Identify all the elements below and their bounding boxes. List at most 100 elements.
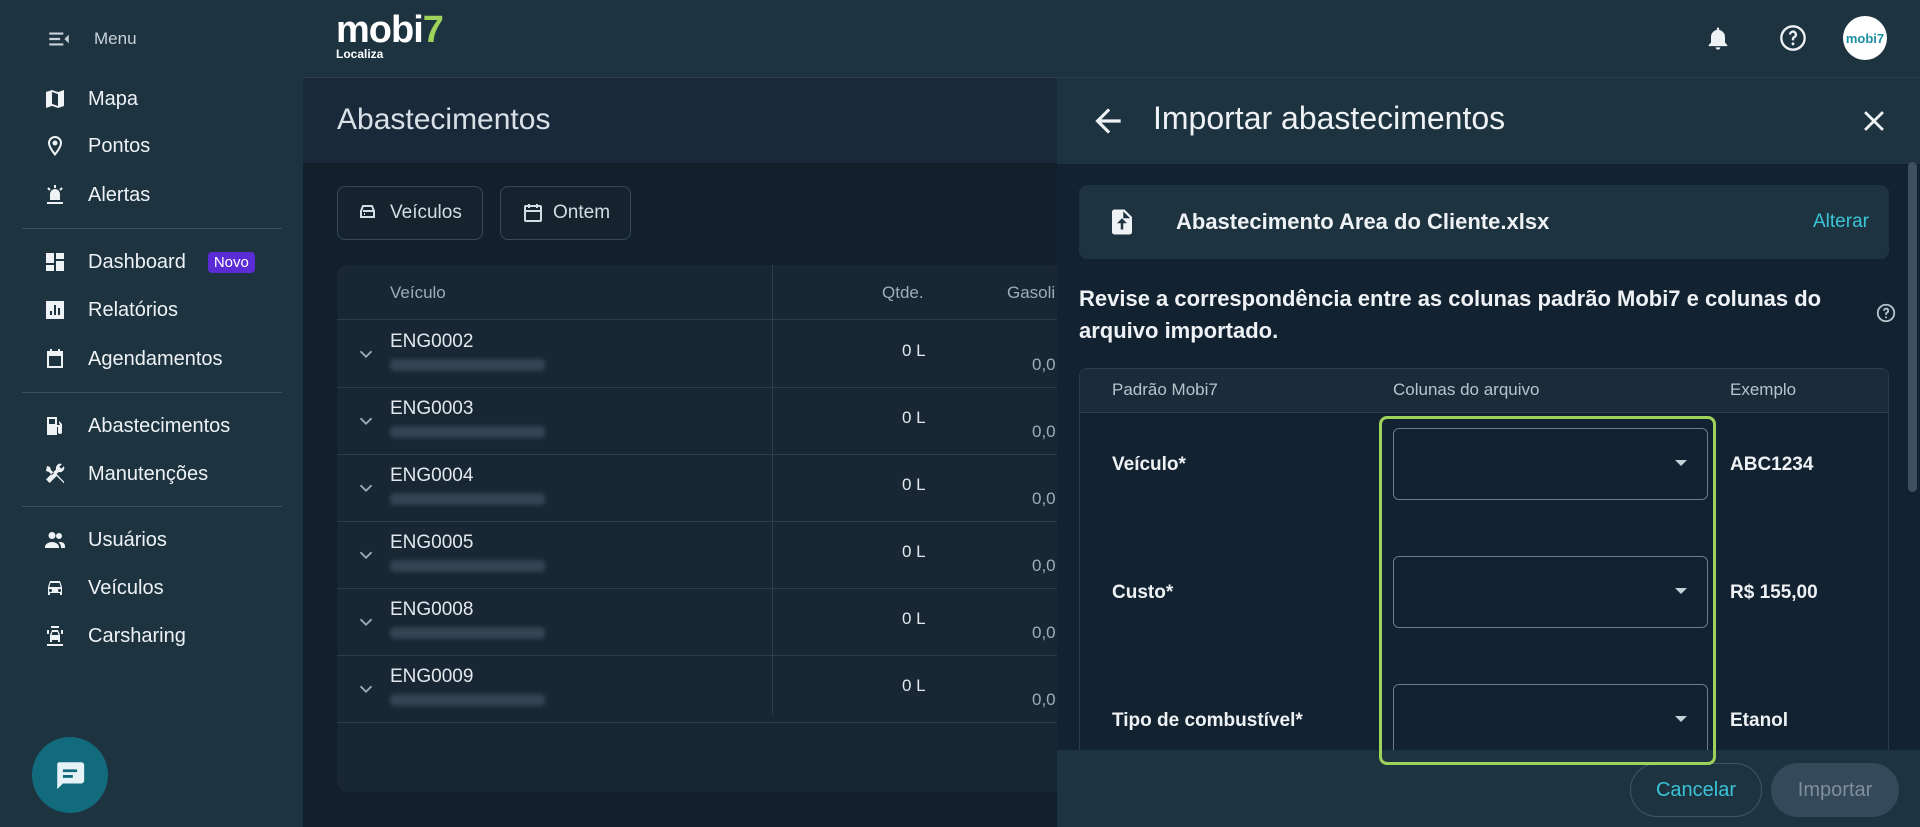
menu-collapse-icon <box>49 32 69 46</box>
chevron-down-icon[interactable] <box>355 678 377 700</box>
mapping-label: Tipo de combustível* <box>1112 710 1303 731</box>
mapping-description: Revise a correspondência entre as coluna… <box>1079 286 1822 343</box>
file-upload-icon <box>1112 209 1132 235</box>
sidebar-item-label: Relatórios <box>88 298 179 321</box>
calendar-icon <box>42 346 68 372</box>
table-row[interactable]: ENG0003 0 L 0,0 <box>337 388 1063 455</box>
pin-icon <box>42 133 68 159</box>
vehicles-filter-button[interactable]: Veículos <box>337 186 483 240</box>
drawer-scrollbar[interactable] <box>1908 162 1917 492</box>
carsharing-icon <box>42 623 68 649</box>
date-filter-button[interactable]: Ontem <box>500 186 632 240</box>
chat-button[interactable] <box>32 737 108 813</box>
menu-label: Menu <box>94 29 137 48</box>
sidebar-item-label: Veículos <box>88 576 164 599</box>
column-header-qtd[interactable]: Qtde. <box>882 283 924 303</box>
sidebar-item-manutencoes[interactable]: Manutenções <box>42 461 208 487</box>
vehicle-detail-redacted <box>390 694 545 706</box>
map-icon <box>42 86 68 112</box>
qtd-value: 0 L <box>902 542 926 561</box>
close-icon[interactable] <box>1857 104 1891 138</box>
filter-label: Veículos <box>390 202 462 223</box>
column-header-vehicle[interactable]: Veículo <box>390 283 446 303</box>
qtd-value: 0 L <box>902 475 926 494</box>
sidebar-item-carsharing[interactable]: Carsharing <box>42 623 186 649</box>
chevron-down-icon[interactable] <box>355 477 377 499</box>
sidebar-item-label: Dashboard <box>88 250 186 273</box>
sidebar-item-mapa[interactable]: Mapa <box>42 86 138 112</box>
help-button[interactable] <box>1777 22 1809 54</box>
vehicle-detail-redacted <box>390 560 545 572</box>
refuel-table: Veículo Qtde. Gasoli ENG0002 0 L 0,0 ENG… <box>337 265 1063 792</box>
sidebar-divider <box>22 392 282 393</box>
table-row[interactable]: ENG0005 0 L 0,0 <box>337 522 1063 589</box>
chevron-down-icon[interactable] <box>355 410 377 432</box>
menu-toggle[interactable]: Menu <box>46 26 137 52</box>
file-name: Abastecimento Area do Cliente.xlsx <box>1176 209 1550 234</box>
sidebar-item-usuarios[interactable]: Usuários <box>42 527 167 553</box>
tools-icon <box>42 461 68 487</box>
mapping-label: Custo* <box>1112 582 1174 603</box>
change-file-link[interactable]: Alterar <box>1813 211 1869 233</box>
sidebar-item-label: Mapa <box>88 87 139 110</box>
table-row[interactable]: ENG0008 0 L 0,0 <box>337 589 1063 656</box>
vehicle-detail-redacted <box>390 359 545 371</box>
logo[interactable]: mobi7 Localiza <box>336 9 444 61</box>
chevron-down-icon[interactable] <box>355 343 377 365</box>
sidebar-item-relatorios[interactable]: Relatórios <box>42 297 178 323</box>
sidebar-item-pontos[interactable]: Pontos <box>42 133 150 159</box>
vehicle-detail-redacted <box>390 426 545 438</box>
vehicle-code: ENG0005 <box>390 532 474 553</box>
sidebar-item-veiculos[interactable]: Veículos <box>42 575 164 601</box>
fuel-icon <box>42 413 68 439</box>
car-icon <box>42 575 68 601</box>
gasoline-value: 0,0 <box>1032 556 1056 575</box>
table-row[interactable]: ENG0004 0 L 0,0 <box>337 455 1063 522</box>
help-icon[interactable] <box>1875 302 1897 324</box>
sidebar-item-label: Carsharing <box>88 624 186 647</box>
sidebar-divider <box>22 506 282 507</box>
import-button[interactable]: Importar <box>1771 763 1899 817</box>
sidebar-item-label: Alertas <box>88 183 151 206</box>
cars-icon <box>360 205 375 218</box>
alarm-icon <box>42 182 68 208</box>
sidebar-item-label: Agendamentos <box>88 347 223 370</box>
chat-icon <box>57 762 85 790</box>
mapping-example: Etanol <box>1730 710 1789 731</box>
report-icon <box>42 297 68 323</box>
logo-wordmark: mobi <box>336 9 424 51</box>
column-header-standard: Padrão Mobi7 <box>1112 380 1218 399</box>
sidebar-item-alertas[interactable]: Alertas <box>42 182 150 208</box>
sidebar-item-abastecimentos[interactable]: Abastecimentos <box>42 413 230 439</box>
avatar[interactable]: mobi7 <box>1843 16 1887 60</box>
mapping-example: R$ 155,00 <box>1730 582 1818 603</box>
selection-highlight <box>1379 416 1716 765</box>
column-header-gasoline[interactable]: Gasoli <box>1007 283 1055 303</box>
cancel-button[interactable]: Cancelar <box>1630 763 1762 817</box>
gasoline-value: 0,0 <box>1032 623 1056 642</box>
sidebar-item-label: Usuários <box>88 528 167 551</box>
gasoline-value: 0,0 <box>1032 690 1056 709</box>
sidebar: Menu Mapa Pontos Alertas Dashboard Novo … <box>0 0 303 827</box>
new-badge: Novo <box>207 251 255 273</box>
calendar-icon <box>524 204 542 222</box>
drawer-title: Importar abastecimentos <box>1153 100 1506 136</box>
chevron-down-icon[interactable] <box>355 544 377 566</box>
table-row[interactable]: ENG0009 0 L 0,0 <box>337 656 1063 723</box>
topbar: mobi7 Localiza mobi7 <box>303 0 1920 78</box>
mapping-table-header: Padrão Mobi7 Colunas do arquivo Exemplo <box>1080 369 1888 413</box>
notifications-button[interactable] <box>1702 22 1734 54</box>
users-icon <box>42 527 68 553</box>
table-row[interactable]: ENG0002 0 L 0,0 <box>337 321 1063 388</box>
sidebar-item-agendamentos[interactable]: Agendamentos <box>42 346 223 372</box>
sidebar-item-dashboard[interactable]: Dashboard Novo <box>42 249 255 275</box>
column-header-file-columns: Colunas do arquivo <box>1393 380 1540 399</box>
filter-label: Ontem <box>553 202 611 223</box>
qtd-value: 0 L <box>902 408 926 427</box>
help-icon <box>1780 25 1806 51</box>
vehicle-code: ENG0008 <box>390 599 474 620</box>
sidebar-divider <box>22 228 282 229</box>
bell-icon <box>1708 27 1728 50</box>
chevron-down-icon[interactable] <box>355 611 377 633</box>
arrow-back-icon[interactable] <box>1089 102 1127 140</box>
